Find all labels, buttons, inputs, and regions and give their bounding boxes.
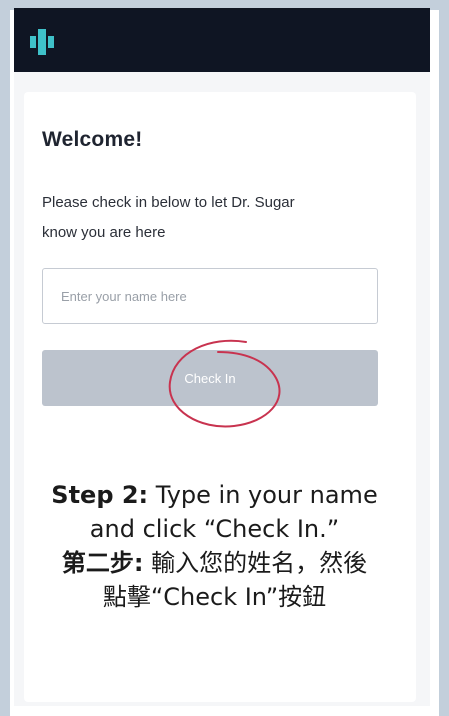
instruction-caption: Step 2: Type in your name and click “Che…: [0, 478, 429, 614]
caption-en-line-2: and click “Check In.”: [89, 515, 340, 543]
caption-zh-step-label: 第二步:: [61, 549, 144, 577]
caption-en-line-1: Step 2: Type in your name: [0, 478, 429, 512]
medical-cross-logo-icon: [30, 29, 54, 55]
app-header: [14, 8, 430, 72]
caption-zh-line-2: 點擊“Check In”按鈕: [102, 583, 327, 611]
caption-en-step-label: Step 2:: [51, 481, 149, 509]
page-title: Welcome!: [42, 128, 143, 151]
caption-zh-text-1: 輸入您的姓名，然後: [143, 549, 368, 577]
intro-line-1: Please check in below to let Dr. Sugar: [42, 194, 295, 211]
caption-zh-line-1: 第二步: 輸入您的姓名，然後: [0, 546, 429, 580]
check-in-button[interactable]: Check In: [42, 350, 378, 406]
caption-en-text-1: Type in your name: [148, 481, 378, 509]
intro-text: Please check in below to let Dr. Sugar k…: [42, 188, 362, 248]
intro-line-2: know you are here: [42, 224, 166, 241]
name-input[interactable]: [42, 268, 378, 324]
